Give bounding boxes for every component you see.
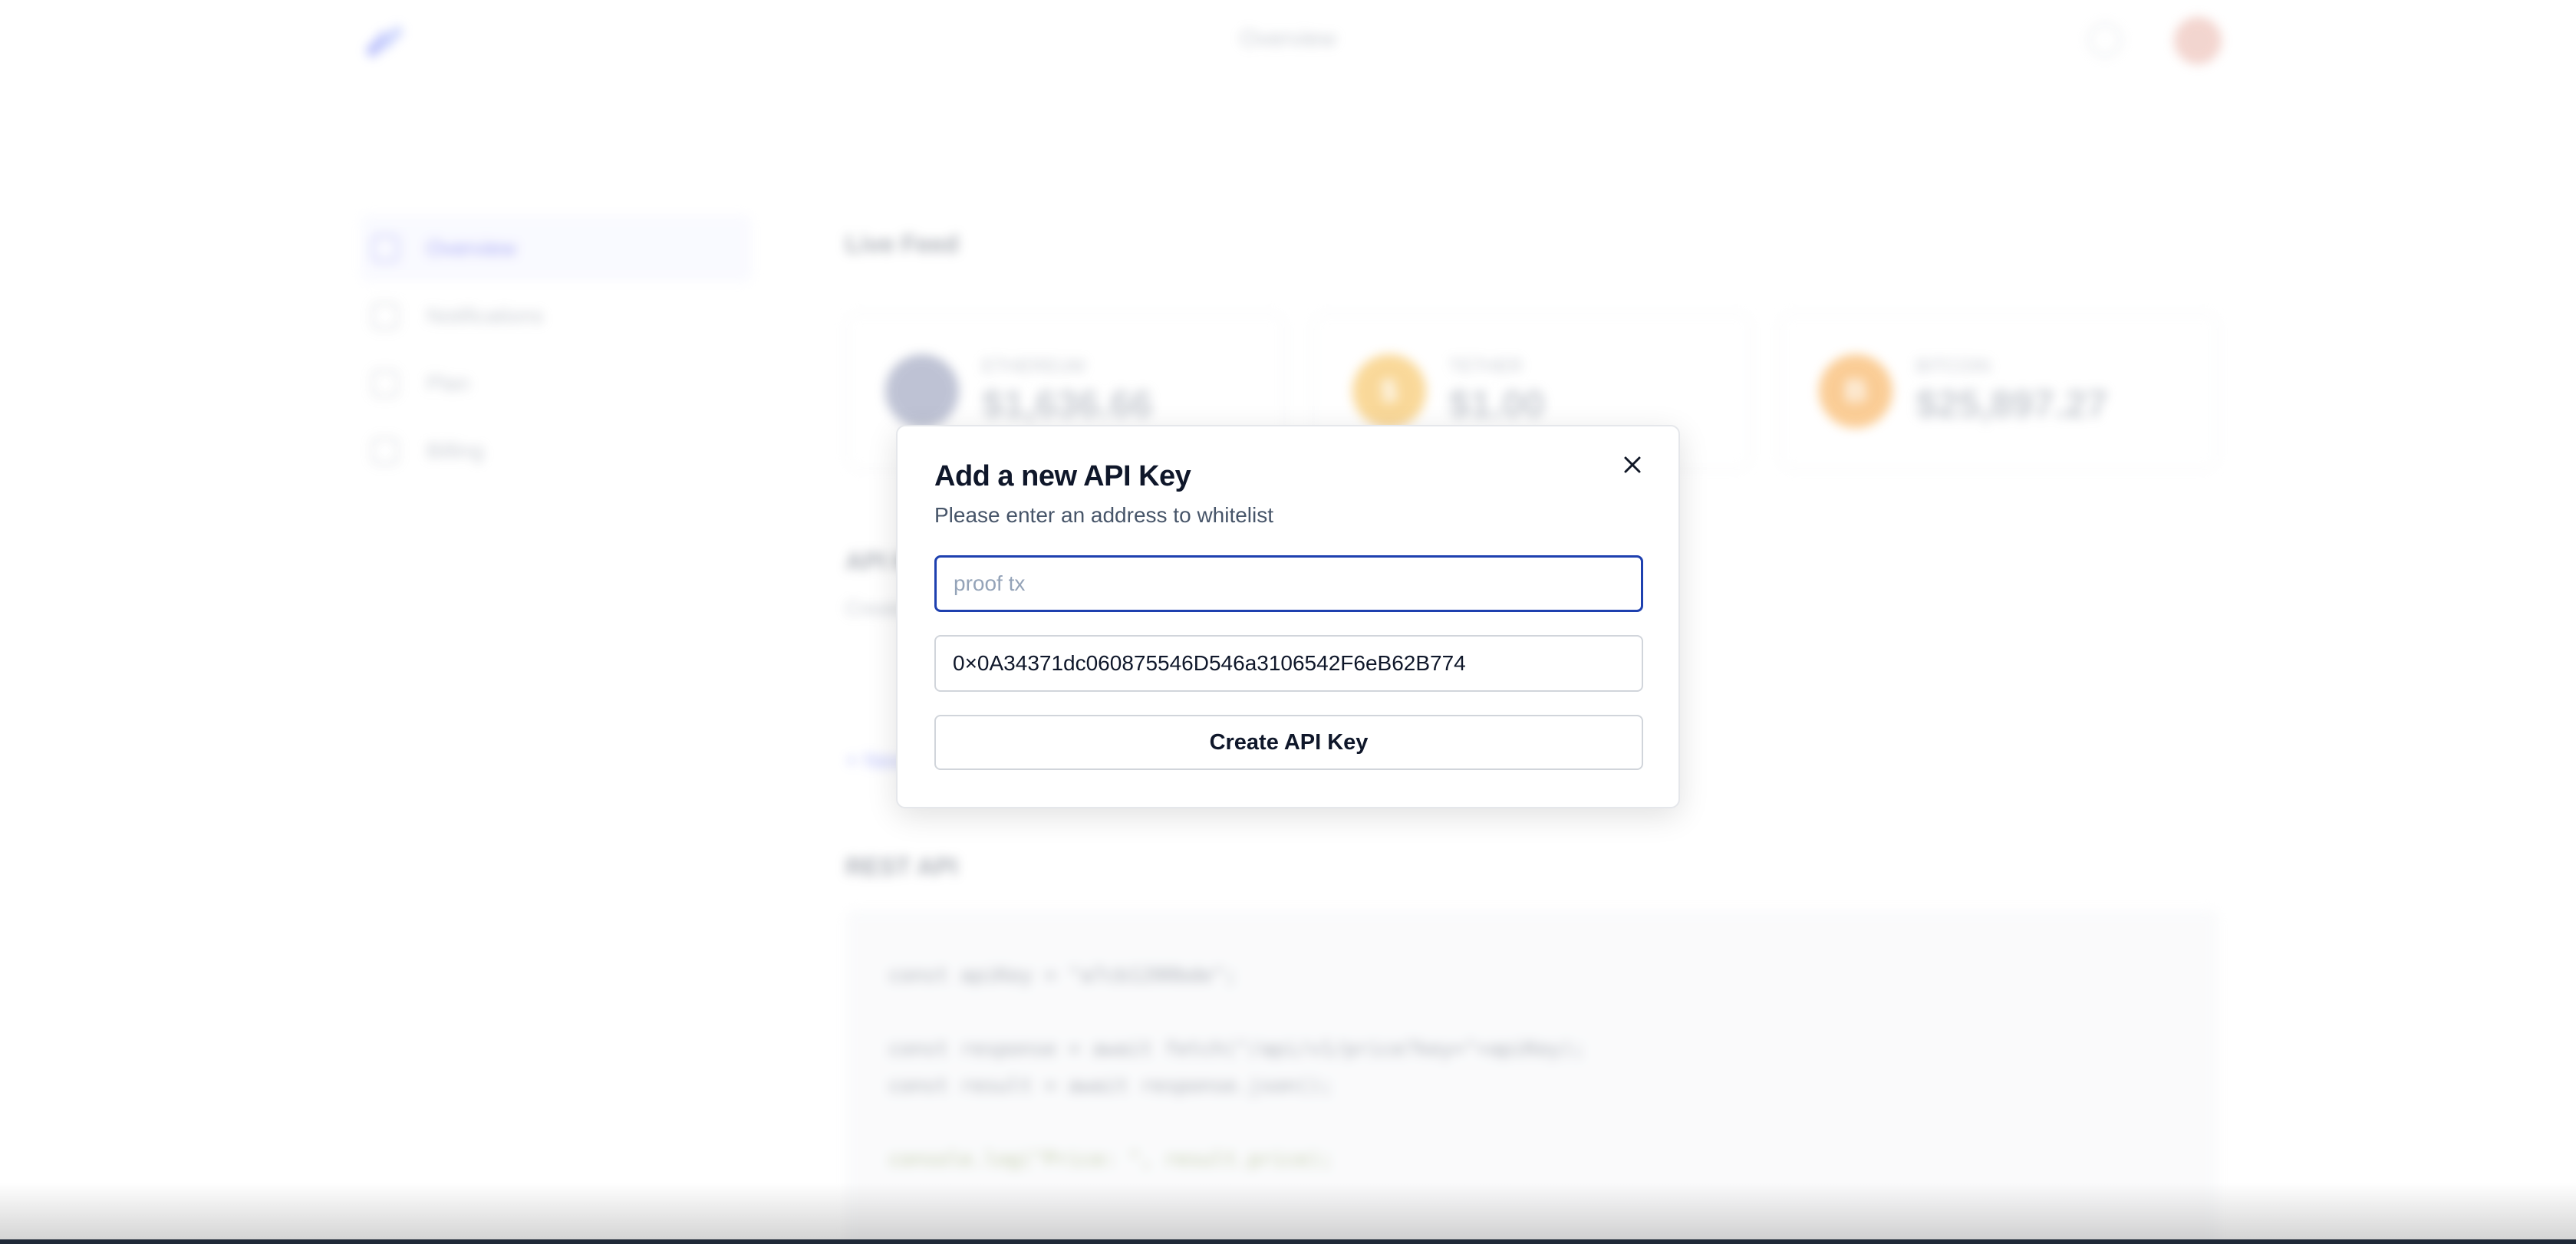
create-api-key-button[interactable]: Create API Key — [934, 715, 1643, 770]
code-line: const result = await response.json(); — [888, 1075, 1333, 1098]
ethereum-icon — [885, 354, 959, 428]
top-bar: Overview — [0, 0, 2576, 80]
billing-icon — [371, 437, 399, 465]
code-line: const response = await fetch("/api/v1/pr… — [888, 1038, 1585, 1061]
dialog-title: Add a new API Key — [934, 460, 1191, 492]
sidebar-item-label: Notifications — [427, 304, 544, 327]
sidebar: Overview Notifications Plan Billing — [361, 215, 752, 485]
code-line: const apiKey = "a7cb1200bde"; — [888, 964, 1237, 987]
proof-tx-input[interactable] — [934, 555, 1643, 612]
add-api-key-dialog: Add a new API Key Please enter an addres… — [896, 425, 1680, 808]
close-button[interactable] — [1617, 449, 1648, 480]
grid-icon — [371, 235, 399, 262]
sidebar-item-billing[interactable]: Billing — [361, 417, 752, 485]
close-icon — [1624, 456, 1641, 473]
dialog-subtitle: Please enter an address to whitelist — [934, 503, 1274, 527]
sidebar-item-overview[interactable]: Overview — [361, 215, 752, 282]
address-input[interactable] — [934, 635, 1643, 692]
coin-price: $1,636.66 — [982, 383, 1153, 426]
bell-icon[interactable] — [2088, 23, 2122, 57]
tether-icon: $ — [1352, 354, 1426, 428]
sidebar-item-plan[interactable]: Plan — [361, 350, 752, 417]
bell-icon — [371, 302, 399, 330]
coin-name: BITCOIN — [1916, 356, 1991, 377]
avatar[interactable] — [2174, 17, 2222, 64]
bitcoin-icon: B — [1819, 354, 1893, 428]
sidebar-item-label: Billing — [427, 439, 484, 462]
coin-price: $1.00 — [1448, 383, 1545, 426]
coin-name: TETHER — [1448, 356, 1523, 377]
price-card-bitcoin: B BITCOIN $25,897.27 — [1779, 313, 2219, 469]
rest-api-title: REST API — [845, 853, 958, 880]
live-feed-title: Live Feed — [845, 230, 959, 258]
plan-icon — [371, 370, 399, 397]
sidebar-item-label: Plan — [427, 371, 470, 395]
sidebar-item-notifications[interactable]: Notifications — [361, 282, 752, 350]
coin-price: $25,897.27 — [1916, 383, 2108, 426]
sidebar-item-label: Overview — [427, 236, 516, 260]
code-line: console.log("Price: ", result.price); — [888, 1148, 1333, 1171]
coin-name: ETHEREUM — [982, 356, 1085, 377]
bottom-bar — [0, 1239, 2576, 1244]
bottom-shadow — [0, 1183, 2576, 1244]
main-content: Live Feed ETHEREUM $1,636.66 $ TETHER $1… — [845, 230, 2219, 1244]
